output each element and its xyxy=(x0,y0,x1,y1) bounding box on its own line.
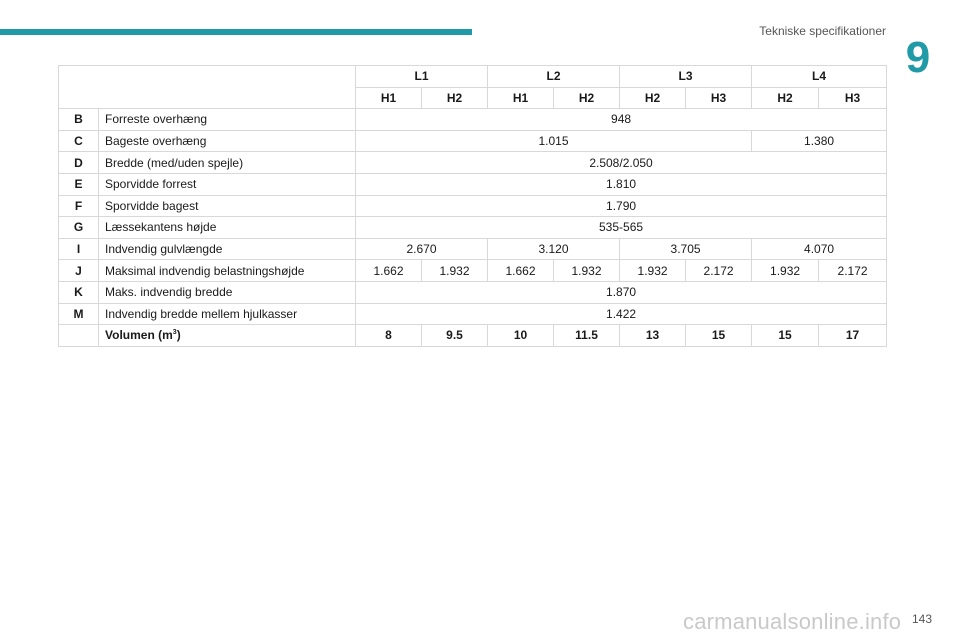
spec-row: I Indvendig gulvlængde 2.670 3.120 3.705 4.07… xyxy=(58,237,888,261)
spec-description: Maks. indvendig bredde xyxy=(98,280,356,304)
spec-code: E xyxy=(58,172,99,196)
spec-row: E Sporvidde forrest 1.810 xyxy=(58,172,888,196)
specifications-table: L1 L2 L3 L4 H1 H2 H1 H2 H2 H3 H2 H3 B For… xyxy=(58,64,888,347)
spec-value: 1.380 xyxy=(751,129,888,153)
spec-value: 1.810 xyxy=(354,172,888,196)
volume-value: 9.5 xyxy=(420,324,489,347)
chapter-number: 9 xyxy=(905,33,931,82)
spec-value: 2.172 xyxy=(685,259,753,282)
spec-value: 1.422 xyxy=(354,302,888,326)
volume-value: 8 xyxy=(355,324,422,347)
height-header: H1 xyxy=(487,86,555,110)
height-header: H3 xyxy=(685,86,753,110)
spec-row: D Bredde (med/uden spejle) 2.508/2.050 xyxy=(58,151,888,174)
spec-row: B Forreste overhæng 948 xyxy=(58,108,888,131)
spec-value: 3.705 xyxy=(619,237,753,261)
volume-value: 10 xyxy=(487,324,555,347)
spec-description: Bageste overhæng xyxy=(98,129,356,153)
spec-code: B xyxy=(58,108,99,131)
header-accent-bar xyxy=(0,29,472,35)
page-number: 143 xyxy=(911,612,932,626)
spec-code: D xyxy=(58,151,99,174)
height-header: H2 xyxy=(420,86,489,110)
spec-value: 1.932 xyxy=(751,259,820,282)
height-header: H2 xyxy=(619,86,687,110)
spec-value: 4.070 xyxy=(751,237,888,261)
spec-code: M xyxy=(58,302,99,326)
height-header: H3 xyxy=(818,86,888,110)
spec-row: F Sporvidde bagest 1.790 xyxy=(58,194,888,218)
volume-value: 15 xyxy=(751,324,820,347)
spec-value: 3.120 xyxy=(487,237,621,261)
spec-code: G xyxy=(58,216,99,239)
spec-code: K xyxy=(58,280,99,304)
spec-value: 2.508/2.050 xyxy=(354,151,888,174)
volume-label: Volumen (m3) xyxy=(98,324,356,347)
spec-value: 948 xyxy=(354,108,888,131)
volume-row: Volumen (m3) 8 9.5 10 11.5 13 15 15 17 xyxy=(58,324,888,347)
spec-row: K Maks. indvendig bredde 1.870 xyxy=(58,280,888,304)
spec-value: 535-565 xyxy=(354,216,888,239)
spec-row: G Læssekantens højde 535-565 xyxy=(58,216,888,239)
spec-code: J xyxy=(58,259,99,282)
length-header: L2 xyxy=(487,65,621,88)
spec-row: J Maksimal indvendig belastningshøjde 1.66… xyxy=(58,259,888,282)
spec-code: F xyxy=(58,194,99,218)
spec-description: Forreste overhæng xyxy=(98,108,356,131)
spec-value: 1.932 xyxy=(420,259,489,282)
spec-code: C xyxy=(58,129,99,153)
spec-value: 2.670 xyxy=(354,237,489,261)
watermark: carmanualsonline.info xyxy=(683,609,902,634)
height-header: H1 xyxy=(355,86,422,110)
spec-value: 1.870 xyxy=(354,280,888,304)
spec-code: I xyxy=(58,237,99,261)
length-header-row: L1 L2 L3 L4 xyxy=(58,64,888,110)
volume-value: 11.5 xyxy=(553,324,621,347)
length-header: L4 xyxy=(751,65,888,88)
spec-value: 1.932 xyxy=(619,259,687,282)
spec-description: Læssekantens højde xyxy=(98,216,356,239)
length-header: L3 xyxy=(619,65,753,88)
spec-row: M Indvendig bredde mellem hjulkasser 1.422 xyxy=(58,302,888,326)
length-header: L1 xyxy=(354,65,489,88)
spec-row: C Bageste overhæng 1.015 1.380 xyxy=(58,129,888,153)
height-header: H2 xyxy=(751,86,820,110)
spec-value: 1.932 xyxy=(553,259,621,282)
volume-value: 15 xyxy=(685,324,753,347)
spec-description: Maksimal indvendig belastningshøjde xyxy=(98,259,356,282)
spec-value: 1.015 xyxy=(354,129,753,153)
height-header: H2 xyxy=(553,86,621,110)
section-title: Tekniske specifikationer xyxy=(759,24,886,38)
spec-description: Indvendig gulvlængde xyxy=(98,237,356,261)
spec-description: Indvendig bredde mellem hjulkasser xyxy=(98,302,356,326)
header-corner xyxy=(58,64,356,110)
spec-description: Sporvidde bagest xyxy=(98,194,356,218)
volume-value: 13 xyxy=(619,324,687,347)
spec-value: 1.790 xyxy=(354,194,888,218)
volume-value: 17 xyxy=(818,324,888,347)
spec-description: Bredde (med/uden spejle) xyxy=(98,151,356,174)
spec-value: 1.662 xyxy=(487,259,555,282)
volume-code-cell xyxy=(58,324,99,347)
spec-value: 2.172 xyxy=(818,259,888,282)
spec-value: 1.662 xyxy=(355,259,422,282)
spec-description: Sporvidde forrest xyxy=(98,172,356,196)
